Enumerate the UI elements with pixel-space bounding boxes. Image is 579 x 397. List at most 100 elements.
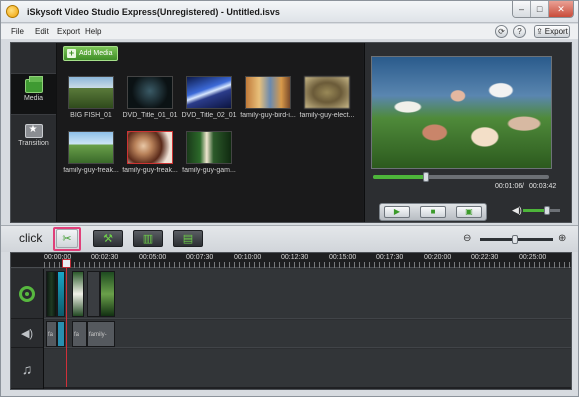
tick-label: 00:25:00: [519, 254, 547, 261]
media-item[interactable]: family-guy-freak...: [61, 131, 121, 179]
delete-button[interactable]: ▥: [133, 230, 163, 247]
menu-bar: File Edit Export Help ⟳ ? ⇪ Export: [1, 24, 578, 39]
app-logo-icon: [6, 5, 19, 18]
title-bar: iSkysoft Video Studio Express(Unregister…: [1, 1, 578, 23]
tick-label: 00:20:00: [424, 254, 452, 261]
media-item[interactable]: family-guy-gam...: [179, 131, 239, 179]
media-item-label: DVD_Title_02_01: [181, 112, 237, 119]
audio-track[interactable]: [44, 320, 571, 348]
tick-label: 00:10:00: [234, 254, 262, 261]
tab-media[interactable]: Media: [11, 73, 56, 115]
time-ruler[interactable]: 00:00:00 00:02:30 00:05:00 00:07:30 00:1…: [11, 253, 571, 268]
remove-clip-button[interactable]: ▤: [173, 230, 203, 247]
media-item[interactable]: BIG FISH_01: [61, 76, 121, 124]
playhead-handle[interactable]: [62, 259, 71, 268]
close-button[interactable]: ✕: [548, 1, 573, 17]
export-button[interactable]: ⇪ Export: [534, 25, 570, 38]
tick-label: 00:05:00: [139, 254, 167, 261]
time-separator: /: [522, 183, 524, 190]
timeline-clip[interactable]: [57, 271, 65, 317]
audio-clip[interactable]: family-: [87, 321, 115, 347]
add-media-label: Add Media: [79, 50, 113, 57]
maximize-button[interactable]: □: [530, 1, 549, 17]
add-icon: +: [67, 48, 76, 58]
zoom-in-icon[interactable]: ⊕: [558, 233, 566, 244]
tick-label: 00:22:30: [471, 254, 499, 261]
timeline-clip[interactable]: [100, 271, 115, 317]
menu-export[interactable]: Export: [57, 27, 80, 36]
preview-progress-fill: [373, 175, 426, 179]
tab-transition-label: Transition: [18, 140, 49, 147]
audio-clip[interactable]: fa: [72, 321, 87, 347]
tick-label: 00:17:30: [376, 254, 404, 261]
media-item-label: family-guy-gam...: [182, 167, 236, 174]
music-track[interactable]: [44, 349, 571, 389]
trash-icon: ▥: [142, 233, 154, 245]
current-time: 00:01:06: [495, 183, 523, 190]
play-icon: ▶: [393, 207, 401, 216]
tick-label: 00:15:00: [329, 254, 357, 261]
snapshot-button[interactable]: ▣: [456, 206, 482, 218]
playhead-line: [66, 263, 67, 389]
audio-clip[interactable]: [57, 321, 65, 347]
volume-icon[interactable]: ◀): [512, 205, 522, 216]
track-headers: ◀) ♫: [11, 269, 44, 389]
tick-label: 00:02:30: [91, 254, 119, 261]
export-icon: ⇪: [536, 27, 543, 36]
audio-clip-label: fa: [48, 332, 54, 338]
volume-slider[interactable]: [523, 206, 560, 215]
tab-transition[interactable]: Transition: [11, 119, 56, 161]
stop-button[interactable]: ■: [420, 206, 446, 218]
video-thumbnail: [68, 131, 114, 164]
menu-help[interactable]: Help: [85, 27, 101, 36]
audio-clip[interactable]: fa: [46, 321, 57, 347]
zoom-slider[interactable]: [480, 235, 553, 244]
zoom-out-icon[interactable]: ⊖: [463, 233, 471, 244]
video-thumbnail: [186, 131, 232, 164]
side-tabs: Media Transition: [11, 43, 57, 222]
workspace-top: Media Transition + Add Media BIG FISH_01…: [10, 42, 572, 223]
timeline-clip[interactable]: [46, 271, 57, 317]
window-title: iSkysoft Video Studio Express(Unregister…: [27, 7, 280, 17]
play-button[interactable]: ▶: [384, 206, 410, 218]
media-item-label: BIG FISH_01: [70, 112, 112, 119]
timeline: 00:00:00 00:02:30 00:05:00 00:07:30 00:1…: [10, 252, 572, 390]
media-item[interactable]: DVD_Title_02_01: [179, 76, 239, 124]
timeline-scrollbar[interactable]: [44, 387, 571, 389]
menu-file[interactable]: File: [11, 27, 24, 36]
playback-controls: ▶ ■ ▣: [379, 203, 487, 221]
video-thumbnail: [127, 131, 173, 164]
ruler-ticks: [44, 262, 571, 268]
highlight-box: [53, 227, 81, 251]
video-thumbnail: [127, 76, 173, 109]
preview-panel: 00:01:06 / 00:03:42 ▶ ■ ▣ ◀): [364, 43, 571, 222]
menu-edit[interactable]: Edit: [35, 27, 49, 36]
snapshot-icon: ▣: [465, 207, 473, 216]
preview-progress-handle[interactable]: [422, 172, 429, 182]
audio-clip-label: family-: [89, 332, 107, 338]
volume-handle[interactable]: [544, 206, 551, 215]
add-media-button[interactable]: + Add Media: [63, 46, 118, 61]
media-item-label: family-guy-freak...: [63, 167, 119, 174]
help-icon[interactable]: ?: [513, 25, 526, 38]
media-item[interactable]: family-guy-freak...: [120, 131, 180, 179]
zoom-handle[interactable]: [512, 235, 519, 244]
timeline-clip[interactable]: [72, 271, 84, 317]
edit-tools-button[interactable]: ⚒: [93, 230, 123, 247]
media-item[interactable]: family-guy-bird-i...: [238, 76, 298, 124]
video-thumbnail: [304, 76, 350, 109]
audio-clip-label: fa: [74, 332, 80, 338]
media-item-label: family-guy-elect...: [299, 112, 355, 119]
minimize-button[interactable]: –: [513, 1, 531, 17]
preview-progress-bar[interactable]: [373, 172, 549, 182]
tab-media-label: Media: [23, 95, 44, 102]
video-track[interactable]: [44, 269, 571, 319]
timeline-clip[interactable]: [87, 271, 100, 317]
export-button-label: Export: [544, 27, 568, 36]
refresh-icon[interactable]: ⟳: [495, 25, 508, 38]
speaker-icon: ◀): [20, 328, 34, 340]
media-item[interactable]: family-guy-elect...: [297, 76, 357, 124]
video-thumbnail: [186, 76, 232, 109]
media-item-label: DVD_Title_01_01: [122, 112, 178, 119]
media-item[interactable]: DVD_Title_01_01: [120, 76, 180, 124]
